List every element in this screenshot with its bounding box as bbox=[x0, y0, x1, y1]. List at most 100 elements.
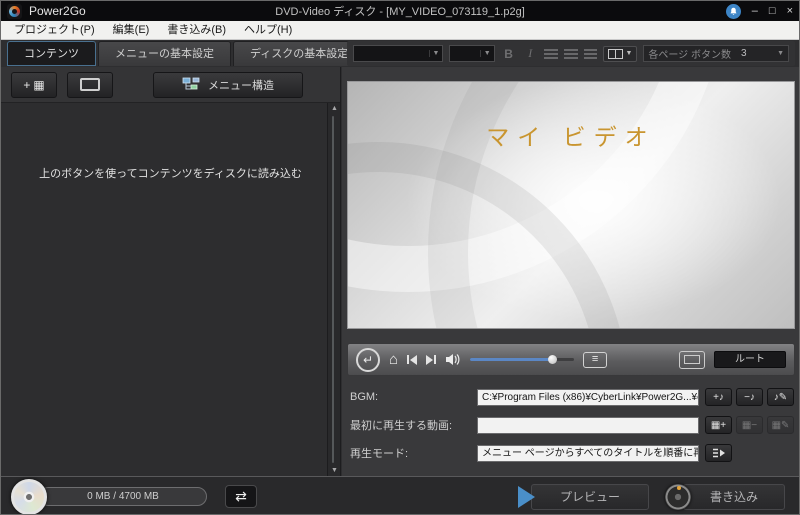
disc-menu-title[interactable]: マイ ビデオ bbox=[348, 118, 794, 152]
play-mode-row: 再生モード: メニュー ページからすべてのタイトルを順番に再生する bbox=[350, 443, 796, 463]
window-title: DVD-Video ディスク - [MY_VIDEO_073119_1.p2g] bbox=[275, 3, 525, 19]
menu-structure-button[interactable]: メニュー構造 bbox=[153, 72, 303, 98]
tab-content[interactable]: コンテンツ bbox=[7, 41, 96, 66]
remove-bgm-button[interactable]: −♪ bbox=[736, 388, 763, 406]
next-button[interactable] bbox=[426, 355, 436, 365]
font-family-select[interactable]: ▼ bbox=[353, 45, 443, 62]
plus-icon: + bbox=[23, 78, 30, 92]
menu-frame-button[interactable] bbox=[67, 72, 113, 98]
power2go-window: Power2Go DVD-Video ディスク - [MY_VIDEO_0731… bbox=[0, 0, 800, 515]
bgm-row: BGM: C:¥Program Files (x86)¥CyberLink¥Po… bbox=[350, 387, 796, 407]
scroll-up-icon[interactable]: ▲ bbox=[328, 105, 341, 112]
add-first-play-button[interactable]: ▦+ bbox=[705, 416, 732, 434]
tab-disc-preferences[interactable]: ディスクの基本設定 bbox=[233, 41, 365, 66]
content-toolbar: +▦ メニュー構造 bbox=[1, 67, 340, 103]
maximize-button[interactable]: □ bbox=[769, 1, 776, 21]
home-button[interactable]: ⌂ bbox=[389, 352, 398, 367]
minimize-button[interactable]: – bbox=[752, 1, 758, 21]
burn-button-label[interactable]: 書き込み bbox=[683, 484, 785, 510]
volume-slider[interactable] bbox=[470, 355, 574, 364]
disc-capacity-icon bbox=[11, 479, 47, 515]
button-layout-select[interactable]: ▼ bbox=[603, 46, 637, 62]
frame-icon bbox=[80, 78, 100, 91]
return-icon: ↵ bbox=[363, 353, 373, 367]
play-mode-field[interactable]: メニュー ページからすべてのタイトルを順番に再生する bbox=[477, 445, 699, 462]
swap-icon: ⇄ bbox=[235, 488, 247, 505]
italic-button[interactable]: I bbox=[522, 46, 538, 61]
root-menu-button[interactable]: ルート bbox=[714, 351, 786, 368]
preview-panel: マイ ビデオ ↵ ⌂ ≡ ルート BGM: C:¥Program Files (… bbox=[342, 67, 800, 476]
power2go-logo-icon bbox=[7, 4, 22, 19]
scroll-down-icon[interactable]: ▼ bbox=[328, 467, 341, 474]
filmstrip-icon: ▦ bbox=[33, 78, 44, 92]
align-center-icon[interactable] bbox=[564, 49, 578, 59]
menu-preview[interactable]: マイ ビデオ bbox=[347, 81, 795, 329]
title-bar: Power2Go DVD-Video ディスク - [MY_VIDEO_0731… bbox=[1, 1, 799, 21]
play-mode-button[interactable] bbox=[705, 444, 732, 462]
remove-video-icon: ▦− bbox=[742, 420, 757, 431]
empty-content-message: 上のボタンを使ってコンテンツをディスクに読み込む bbox=[1, 103, 340, 181]
volume-slider-knob[interactable] bbox=[548, 355, 557, 364]
add-music-icon: +♪ bbox=[713, 392, 724, 403]
buttons-per-page-label: 各ページ ボタン数 bbox=[648, 46, 731, 61]
previous-button[interactable] bbox=[407, 355, 417, 365]
remove-first-play-button: ▦− bbox=[736, 416, 763, 434]
align-left-icon[interactable] bbox=[544, 49, 558, 59]
burn-disc-icon bbox=[665, 484, 691, 510]
preview-button-label[interactable]: プレビュー bbox=[531, 484, 649, 510]
scrollbar-track[interactable] bbox=[332, 116, 334, 463]
add-video-icon: ▦+ bbox=[711, 420, 726, 431]
menu-burn[interactable]: 書き込み(B) bbox=[158, 21, 235, 39]
edit-first-play-button: ▦✎ bbox=[767, 416, 794, 434]
tab-row: コンテンツ メニューの基本設定 ディスクの基本設定 ▼ ▼ B I ▼ 各ページ… bbox=[1, 40, 799, 67]
bold-button[interactable]: B bbox=[501, 47, 517, 61]
chevron-down-icon: ▼ bbox=[777, 50, 784, 57]
first-play-field[interactable] bbox=[477, 417, 699, 434]
first-play-row: 最初に再生する動画: ▦+ ▦− ▦✎ bbox=[350, 415, 796, 435]
home-icon: ⌂ bbox=[389, 351, 398, 368]
app-name: Power2Go bbox=[29, 4, 86, 18]
preview-button[interactable]: プレビュー bbox=[518, 484, 649, 510]
tab-menu-preferences[interactable]: メニューの基本設定 bbox=[98, 41, 231, 66]
chevron-down-icon: ▼ bbox=[625, 50, 632, 57]
play-icon bbox=[518, 486, 535, 508]
edit-video-icon: ▦✎ bbox=[772, 420, 790, 431]
display-mode-button[interactable] bbox=[679, 351, 705, 369]
burn-button[interactable]: 書き込み bbox=[665, 484, 785, 510]
menu-edit[interactable]: 編集(E) bbox=[104, 21, 159, 39]
content-panel: +▦ メニュー構造 上のボタンを使ってコンテンツをディスクに読み込む ▲ ▼ bbox=[1, 67, 341, 476]
menu-structure-label: メニュー構造 bbox=[208, 77, 274, 93]
add-video-button[interactable]: +▦ bbox=[11, 72, 57, 98]
disc-capacity-meter: 0 MB / 4700 MB bbox=[39, 487, 207, 506]
content-list-area[interactable]: 上のボタンを使ってコンテンツをディスクに読み込む ▲ ▼ bbox=[1, 103, 340, 476]
first-play-label: 最初に再生する動画: bbox=[350, 417, 477, 433]
chevron-down-icon: ▼ bbox=[429, 50, 443, 57]
monitor-icon bbox=[684, 355, 700, 364]
layout-grid-icon bbox=[608, 49, 623, 59]
font-size-select[interactable]: ▼ bbox=[449, 45, 494, 62]
play-sequence-icon bbox=[712, 448, 726, 458]
menu-help[interactable]: ヘルプ(H) bbox=[235, 21, 301, 39]
edit-music-icon: ♪✎ bbox=[774, 392, 787, 403]
play-mode-label: 再生モード: bbox=[350, 445, 477, 461]
remove-music-icon: −♪ bbox=[744, 392, 755, 403]
return-button[interactable]: ↵ bbox=[356, 348, 380, 372]
chevron-down-icon: ▼ bbox=[480, 50, 494, 57]
list-icon: ≡ bbox=[592, 354, 598, 365]
volume-icon[interactable] bbox=[445, 353, 461, 366]
menu-project[interactable]: プロジェクト(P) bbox=[5, 21, 104, 39]
add-bgm-button[interactable]: +♪ bbox=[705, 388, 732, 406]
chapter-list-button[interactable]: ≡ bbox=[583, 352, 607, 368]
menu-bar: プロジェクト(P) 編集(E) 書き込み(B) ヘルプ(H) bbox=[1, 21, 799, 40]
buttons-per-page-value: 3 bbox=[741, 48, 747, 59]
close-button[interactable]: × bbox=[787, 1, 793, 21]
change-disc-button[interactable]: ⇄ bbox=[225, 485, 257, 508]
content-scrollbar[interactable]: ▲ ▼ bbox=[327, 103, 340, 476]
bgm-path-field[interactable]: C:¥Program Files (x86)¥CyberLink¥Power2G… bbox=[477, 389, 699, 406]
buttons-per-page-select[interactable]: 各ページ ボタン数 3 ▼ bbox=[643, 45, 789, 62]
bgm-label: BGM: bbox=[350, 391, 477, 403]
notification-bell-icon[interactable] bbox=[726, 4, 741, 19]
edit-bgm-button[interactable]: ♪✎ bbox=[767, 388, 794, 406]
align-right-icon[interactable] bbox=[584, 49, 598, 59]
playback-bar: ↵ ⌂ ≡ ルート bbox=[347, 343, 795, 376]
